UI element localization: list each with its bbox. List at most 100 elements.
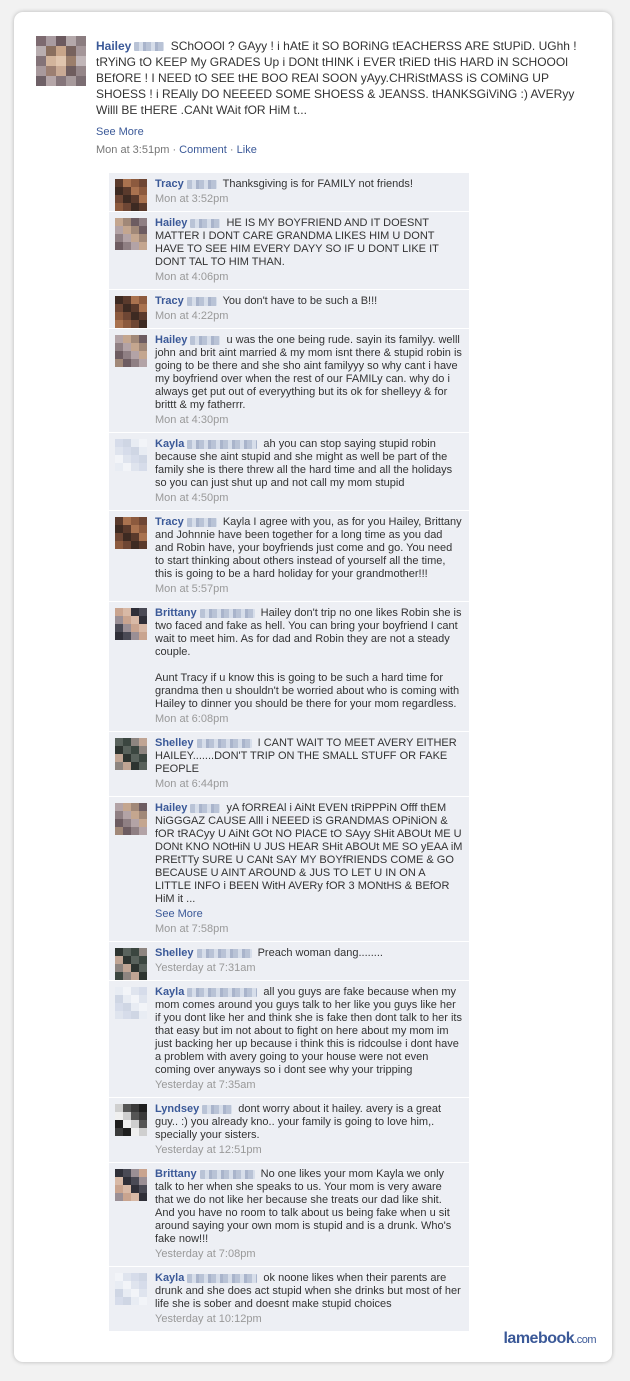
commenter-avatar[interactable] xyxy=(115,987,147,1019)
commenter-avatar[interactable] xyxy=(115,218,147,250)
comment-author[interactable]: Hailey xyxy=(155,334,187,346)
comment-text: yA fORREAl i AiNt EVEN tRiPPPiN Offf thE… xyxy=(155,802,463,905)
comment-time[interactable]: Mon at 6:44pm xyxy=(155,778,463,791)
comment-author[interactable]: Brittany xyxy=(155,1168,197,1180)
comment-content: Tracy Thanksgiving is for FAMILY not fri… xyxy=(155,178,463,206)
comment-content: Hailey HE IS MY BOYFRIEND AND IT DOESNT … xyxy=(155,217,463,284)
comment-time[interactable]: Mon at 4:06pm xyxy=(155,271,463,284)
commenter-avatar[interactable] xyxy=(115,517,147,549)
comment-text: all you guys are fake because when my mo… xyxy=(155,986,462,1076)
comment-link[interactable]: Comment xyxy=(179,144,227,156)
comment-content: Kayla all you guys are fake because when… xyxy=(155,986,463,1092)
comment-item: Lyndsey dont worry about it hailey. aver… xyxy=(109,1098,469,1163)
commenter-avatar[interactable] xyxy=(115,948,147,980)
comment-content: Shelley Preach woman dang........ Yesterd… xyxy=(155,947,463,975)
comment-item: Hailey yA fORREAl i AiNt EVEN tRiPPPiN O… xyxy=(109,797,469,942)
comment-author[interactable]: Hailey xyxy=(155,217,187,229)
comment-time[interactable]: Mon at 4:50pm xyxy=(155,492,463,505)
comment-time[interactable]: Yesterday at 10:12pm xyxy=(155,1313,463,1326)
comment-item: Kayla ok noone likes when their parents … xyxy=(109,1267,469,1332)
commenter-avatar[interactable] xyxy=(115,1169,147,1201)
see-more-link[interactable]: See More xyxy=(155,908,463,921)
comment-item: Tracy You don't have to be such a B!!! Mo… xyxy=(109,290,469,329)
post-author[interactable]: Hailey xyxy=(96,39,131,53)
blurred-surname xyxy=(196,948,252,958)
blurred-surname xyxy=(186,517,217,527)
commenter-avatar[interactable] xyxy=(115,179,147,211)
meta-separator: · xyxy=(229,144,234,156)
blurred-surname xyxy=(199,608,255,618)
comment-time[interactable]: Mon at 5:57pm xyxy=(155,583,463,596)
like-link[interactable]: Like xyxy=(237,144,257,156)
post-content: Hailey SChOOOl ? GAyy ! i hAtE it SO BOR… xyxy=(96,38,586,118)
blurred-surname xyxy=(187,987,258,997)
comment-text: Preach woman dang........ xyxy=(257,947,383,959)
comment-author[interactable]: Lyndsey xyxy=(155,1103,199,1115)
comment-content: Brittany No one likes your mom Kayla we … xyxy=(155,1168,463,1261)
comment-time[interactable]: Yesterday at 7:08pm xyxy=(155,1248,463,1261)
comment-content: Kayla ok noone likes when their parents … xyxy=(155,1272,463,1326)
blurred-surname xyxy=(202,1104,233,1114)
blurred-surname xyxy=(190,803,221,813)
comment-author[interactable]: Brittany xyxy=(155,607,197,619)
comment-time[interactable]: Yesterday at 7:35am xyxy=(155,1079,463,1092)
comment-author[interactable]: Kayla xyxy=(155,986,184,998)
see-more-link[interactable]: See More xyxy=(96,126,586,138)
comment-item: Kayla ah you can stop saying stupid robi… xyxy=(109,433,469,511)
blurred-surname xyxy=(190,335,221,345)
comment-time[interactable]: Mon at 6:08pm xyxy=(155,713,463,726)
comment-text: You don't have to be such a B!!! xyxy=(222,295,378,307)
comment-author[interactable]: Shelley xyxy=(155,737,194,749)
comment-text: No one likes your mom Kayla we only talk… xyxy=(155,1168,452,1245)
comment-time[interactable]: Mon at 4:22pm xyxy=(155,310,463,323)
comment-item: Shelley I CANT WAIT TO MEET AVERY EITHER… xyxy=(109,732,469,797)
comment-content: Tracy You don't have to be such a B!!! Mo… xyxy=(155,295,463,323)
comment-time[interactable]: Yesterday at 12:51pm xyxy=(155,1144,463,1157)
comment-author[interactable]: Shelley xyxy=(155,947,194,959)
commenter-avatar[interactable] xyxy=(115,803,147,835)
commenter-avatar[interactable] xyxy=(115,296,147,328)
commenter-avatar[interactable] xyxy=(115,738,147,770)
commenter-avatar[interactable] xyxy=(115,1273,147,1305)
post-card: Hailey SChOOOl ? GAyy ! i hAtE it SO BOR… xyxy=(14,12,612,1362)
comment-text-paragraph: Aunt Tracy if u know this is going to be… xyxy=(155,672,460,710)
comment-content: Hailey yA fORREAl i AiNt EVEN tRiPPPiN O… xyxy=(155,802,463,936)
comment-item: Brittany Hailey don't trip no one likes … xyxy=(109,602,469,732)
comment-content: Brittany Hailey don't trip no one likes … xyxy=(155,607,463,726)
comment-time[interactable]: Mon at 4:30pm xyxy=(155,414,463,427)
blurred-surname xyxy=(190,218,221,228)
blurred-surname xyxy=(187,439,258,449)
comment-time[interactable]: Mon at 3:52pm xyxy=(155,193,463,206)
commenter-avatar[interactable] xyxy=(115,608,147,640)
blurred-surname xyxy=(186,296,217,306)
comment-author[interactable]: Kayla xyxy=(155,1272,184,1284)
commenter-avatar[interactable] xyxy=(115,335,147,367)
author-avatar[interactable] xyxy=(36,36,86,86)
comment-content: Tracy Kayla I agree with you, as for you… xyxy=(155,516,463,596)
blurred-surname xyxy=(199,1169,255,1179)
comment-item: Tracy Kayla I agree with you, as for you… xyxy=(109,511,469,602)
comment-time[interactable]: Yesterday at 7:31am xyxy=(155,962,463,975)
logo-suffix: .com xyxy=(574,1334,596,1346)
lamebook-logo: lamebook.com xyxy=(503,1330,596,1348)
post-text: SChOOOl ? GAyy ! i hAtE it SO BORiNG tEA… xyxy=(96,39,577,117)
comment-content: Shelley I CANT WAIT TO MEET AVERY EITHER… xyxy=(155,737,463,791)
comment-content: Lyndsey dont worry about it hailey. aver… xyxy=(155,1103,463,1157)
comment-item: Hailey u was the one being rude. sayin i… xyxy=(109,329,469,433)
comment-author[interactable]: Hailey xyxy=(155,802,187,814)
comment-item: Shelley Preach woman dang........ Yesterd… xyxy=(109,942,469,981)
blurred-surname xyxy=(196,738,252,748)
comment-author[interactable]: Tracy xyxy=(155,516,184,528)
comment-list: Tracy Thanksgiving is for FAMILY not fri… xyxy=(109,173,469,1332)
comment-time[interactable]: Mon at 7:58pm xyxy=(155,923,463,936)
commenter-avatar[interactable] xyxy=(115,1104,147,1136)
comment-text: Thanksgiving is for FAMILY not friends! xyxy=(222,178,413,190)
comment-author[interactable]: Kayla xyxy=(155,438,184,450)
comment-author[interactable]: Tracy xyxy=(155,295,184,307)
blurred-surname xyxy=(186,179,217,189)
meta-separator: · xyxy=(172,144,177,156)
commenter-avatar[interactable] xyxy=(115,439,147,471)
comment-item: Kayla all you guys are fake because when… xyxy=(109,981,469,1098)
comment-author[interactable]: Tracy xyxy=(155,178,184,190)
post-time[interactable]: Mon at 3:51pm xyxy=(96,144,169,156)
